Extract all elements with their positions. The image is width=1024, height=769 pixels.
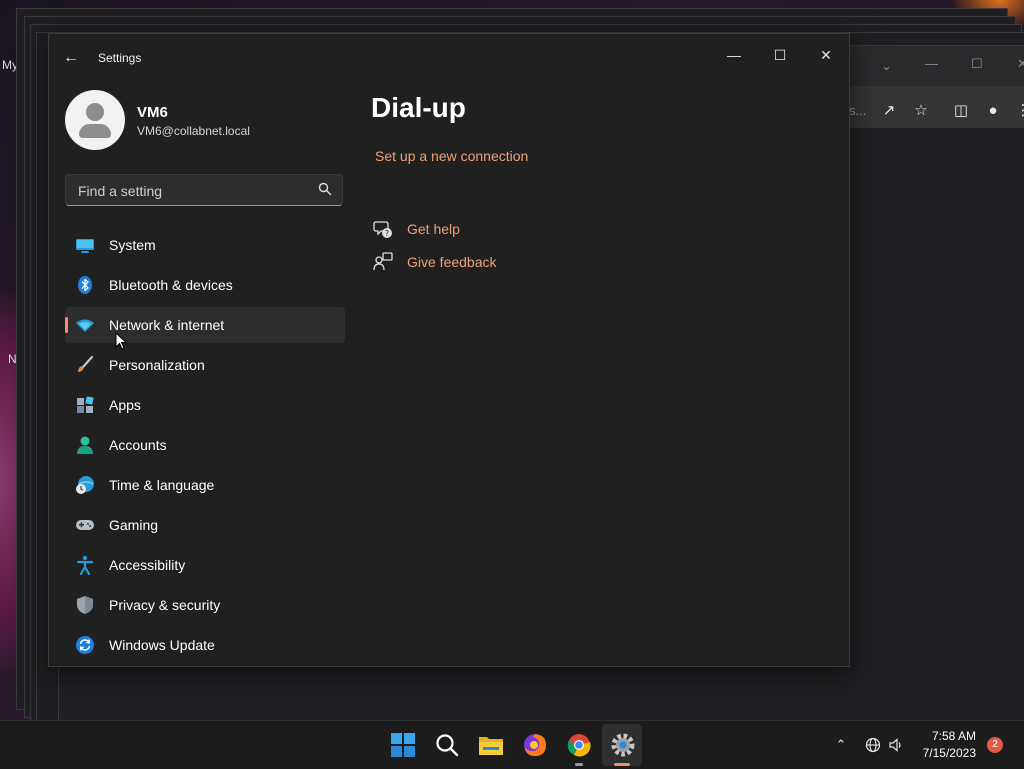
get-help-link[interactable]: Get help	[407, 221, 460, 237]
nav-label: Accessibility	[109, 557, 186, 573]
nav-label: Privacy & security	[109, 597, 221, 613]
search-icon[interactable]	[318, 182, 332, 196]
nav-label: Gaming	[109, 517, 159, 533]
volume-icon[interactable]	[888, 737, 904, 753]
avatar-body	[79, 124, 111, 138]
svg-text:?: ?	[385, 229, 389, 238]
apps-icon	[77, 396, 94, 413]
search-icon[interactable]	[433, 731, 461, 759]
person-icon	[77, 436, 93, 454]
selection-indicator	[65, 317, 68, 333]
nav-label: Network & internet	[109, 317, 225, 333]
avatar[interactable]	[65, 90, 125, 150]
paintbrush-icon	[78, 355, 94, 372]
network-wifi-icon	[76, 319, 94, 332]
minimize-icon[interactable]: —	[925, 56, 938, 71]
close-button[interactable]: ✕	[803, 40, 849, 70]
page-title: Dial-up	[371, 92, 466, 123]
nav-item-time-language[interactable]: Time & language	[65, 467, 345, 503]
nav-label: Time & language	[109, 477, 215, 493]
search-input[interactable]	[76, 180, 310, 202]
clock-time: 7:58 AM	[931, 729, 976, 743]
nav-list: System Bluetooth & devices Network & int…	[65, 227, 345, 667]
star-icon[interactable]: ☆	[911, 101, 931, 121]
side-panel-icon[interactable]: ◫	[951, 101, 971, 121]
mouse-cursor-icon	[115, 332, 127, 350]
maximize-icon[interactable]: ☐	[971, 56, 983, 72]
nav-item-network[interactable]: Network & internet	[65, 307, 345, 343]
nav-label: Apps	[109, 397, 141, 413]
start-icon[interactable]	[389, 731, 417, 759]
nav-label: Personalization	[109, 357, 205, 373]
chevron-up-icon[interactable]: ⌃	[833, 737, 849, 753]
chevron-down-icon[interactable]: ⌄	[881, 58, 892, 74]
settings-icon[interactable]	[609, 731, 637, 759]
globe-icon[interactable]	[865, 737, 881, 753]
close-icon[interactable]: ✕	[1017, 56, 1024, 72]
feedback-icon[interactable]	[373, 252, 393, 272]
update-icon	[76, 636, 94, 654]
nav-label: Windows Update	[109, 637, 215, 653]
globe-clock-icon	[76, 476, 94, 494]
back-arrow-icon[interactable]: ←	[61, 48, 81, 68]
nav-item-windows-update[interactable]: Windows Update	[65, 627, 345, 663]
nav-label: Bluetooth & devices	[109, 277, 233, 293]
system-icon	[76, 239, 94, 253]
nav-item-personalization[interactable]: Personalization	[65, 347, 345, 383]
minimize-button[interactable]: —	[711, 40, 757, 70]
taskbar: ⌃ 7:58 AM 7/15/2023 2	[0, 720, 1024, 769]
settings-window: ← Settings — ☐ ✕ VM6 VM6@collabnet.local…	[48, 33, 850, 667]
nav-item-privacy-security[interactable]: Privacy & security	[65, 587, 345, 623]
chrome-icon[interactable]	[565, 731, 593, 759]
nav-item-system[interactable]: System	[65, 227, 345, 263]
shield-icon	[77, 596, 93, 614]
gamepad-icon	[76, 520, 94, 530]
nav-item-apps[interactable]: Apps	[65, 387, 345, 423]
system-clock[interactable]: 7:58 AM 7/15/2023	[923, 728, 976, 762]
user-profile[interactable]: VM6 VM6@collabnet.local	[65, 90, 345, 154]
give-feedback-link[interactable]: Give feedback	[407, 254, 497, 270]
running-indicator	[575, 763, 583, 766]
app-title: Settings	[98, 51, 142, 65]
nav-item-bluetooth[interactable]: Bluetooth & devices	[65, 267, 345, 303]
nav-item-accessibility[interactable]: Accessibility	[65, 547, 345, 583]
nav-label: Accounts	[109, 437, 167, 453]
active-indicator	[614, 763, 630, 766]
setup-connection-link[interactable]: Set up a new connection	[375, 148, 528, 164]
user-email: VM6@collabnet.local	[137, 124, 250, 138]
nav-label: System	[109, 237, 156, 253]
nav-item-gaming[interactable]: Gaming	[65, 507, 345, 543]
maximize-button[interactable]: ☐	[757, 40, 803, 70]
firefox-icon[interactable]	[521, 731, 549, 759]
help-icon[interactable]: ?	[373, 219, 393, 239]
accessibility-icon	[76, 555, 94, 575]
search-box[interactable]	[65, 174, 343, 206]
notification-badge[interactable]: 2	[987, 737, 1003, 753]
nav-item-accounts[interactable]: Accounts	[65, 427, 345, 463]
file-explorer-icon[interactable]	[477, 731, 505, 759]
titlebar: ← Settings — ☐ ✕	[49, 34, 849, 82]
avatar-head	[86, 103, 104, 121]
user-name: VM6	[137, 104, 168, 121]
profile-icon[interactable]: ●	[983, 101, 1003, 121]
clock-date: 7/15/2023	[922, 746, 976, 760]
bluetooth-icon	[78, 276, 92, 294]
menu-icon[interactable]: ⋮	[1013, 101, 1024, 121]
share-icon[interactable]: ↗	[879, 101, 899, 121]
